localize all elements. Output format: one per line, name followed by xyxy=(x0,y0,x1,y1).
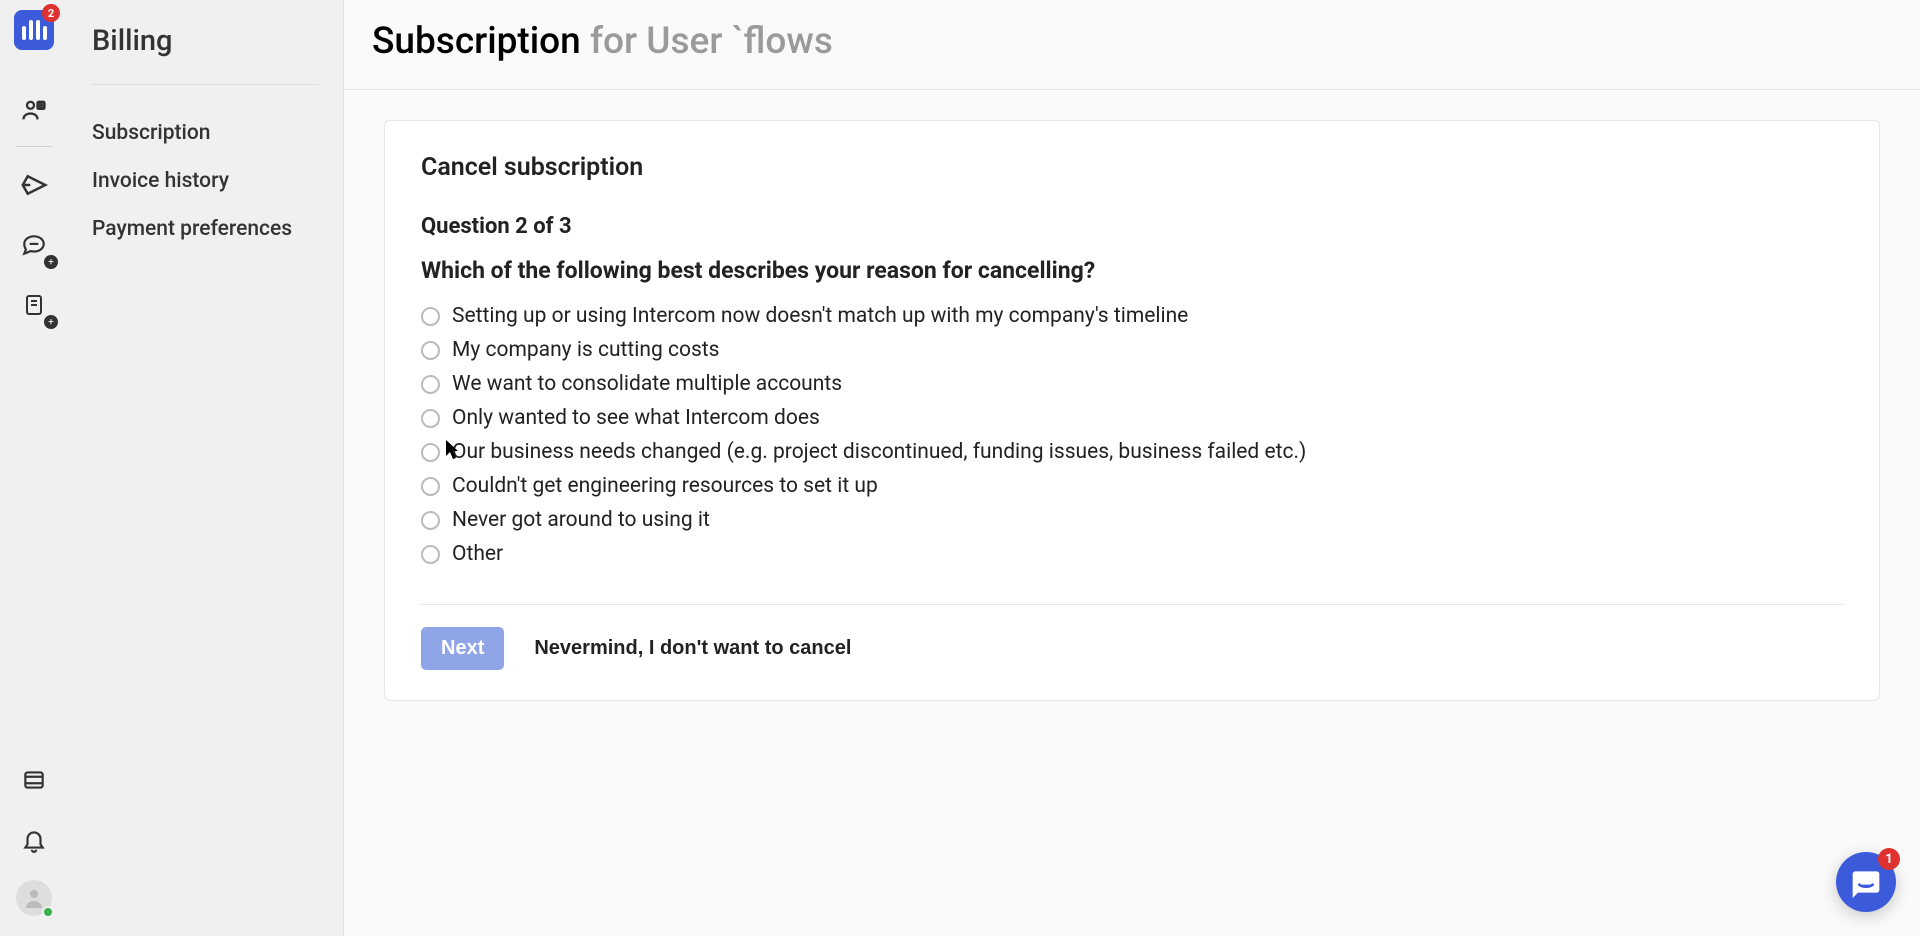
radio-icon xyxy=(421,443,440,462)
intercom-logo-icon xyxy=(22,20,47,40)
radio-icon xyxy=(421,375,440,394)
icon-rail: 2 + + xyxy=(0,0,68,936)
reason-option-cutting-costs[interactable]: My company is cutting costs xyxy=(421,338,1843,362)
radio-icon xyxy=(421,545,440,564)
sidebar-item-invoice-history[interactable]: Invoice history xyxy=(68,157,343,205)
page-header: Subscription for User `flows xyxy=(344,0,1920,90)
library-icon[interactable] xyxy=(14,760,54,800)
radio-icon xyxy=(421,341,440,360)
main-content: Subscription for User `flows Cancel subs… xyxy=(344,0,1920,936)
reason-option-timeline[interactable]: Setting up or using Intercom now doesn't… xyxy=(421,304,1843,328)
sidebar-title: Billing xyxy=(68,24,343,58)
radio-icon xyxy=(421,307,440,326)
cancel-reason-options: Setting up or using Intercom now doesn't… xyxy=(421,304,1843,566)
contacts-icon[interactable] xyxy=(14,90,54,130)
radio-label: We want to consolidate multiple accounts xyxy=(452,372,842,396)
radio-label: Couldn't get engineering resources to se… xyxy=(452,474,878,498)
document-add-icon[interactable]: + xyxy=(14,285,54,325)
chat-notification-badge: 1 xyxy=(1878,848,1900,870)
chat-bubble-icon xyxy=(1850,866,1882,898)
logo-notification-badge: 2 xyxy=(42,4,60,22)
chat-widget-button[interactable]: 1 xyxy=(1836,852,1896,912)
notifications-icon[interactable] xyxy=(14,820,54,860)
radio-icon xyxy=(421,409,440,428)
reason-option-just-looking[interactable]: Only wanted to see what Intercom does xyxy=(421,406,1843,430)
radio-icon xyxy=(421,477,440,496)
page-title-bold: Subscription xyxy=(372,20,581,63)
plus-badge-icon: + xyxy=(44,315,58,329)
plus-badge-icon: + xyxy=(44,255,58,269)
sidebar-item-payment-preferences[interactable]: Payment preferences xyxy=(68,205,343,253)
radio-icon xyxy=(421,511,440,530)
radio-label: Our business needs changed (e.g. project… xyxy=(452,440,1306,464)
radio-label: My company is cutting costs xyxy=(452,338,720,362)
page-title: Subscription for User `flows xyxy=(372,20,1892,63)
nevermind-button[interactable]: Nevermind, I don't want to cancel xyxy=(534,637,851,660)
card-actions: Next Nevermind, I don't want to cancel xyxy=(421,627,1843,670)
radio-label: Only wanted to see what Intercom does xyxy=(452,406,820,430)
radio-label: Other xyxy=(452,542,503,566)
sidebar: Billing Subscription Invoice history Pay… xyxy=(68,0,344,936)
radio-label: Never got around to using it xyxy=(452,508,710,532)
reason-option-consolidate[interactable]: We want to consolidate multiple accounts xyxy=(421,372,1843,396)
question-step-label: Question 2 of 3 xyxy=(421,214,1843,239)
divider xyxy=(421,604,1843,605)
reason-option-business-changed[interactable]: Our business needs changed (e.g. project… xyxy=(421,440,1843,464)
card-title: Cancel subscription xyxy=(421,153,1843,182)
chat-add-icon[interactable]: + xyxy=(14,225,54,265)
sidebar-item-subscription[interactable]: Subscription xyxy=(68,109,343,157)
app-logo[interactable]: 2 xyxy=(14,10,54,50)
reason-option-other[interactable]: Other xyxy=(421,542,1843,566)
question-text: Which of the following best describes yo… xyxy=(421,257,1843,284)
radio-label: Setting up or using Intercom now doesn't… xyxy=(452,304,1188,328)
reason-option-no-engineering[interactable]: Couldn't get engineering resources to se… xyxy=(421,474,1843,498)
cancel-subscription-card: Cancel subscription Question 2 of 3 Whic… xyxy=(384,120,1880,701)
page-title-context: for User `flows xyxy=(581,20,833,63)
next-button[interactable]: Next xyxy=(421,627,504,670)
send-icon[interactable] xyxy=(14,165,54,205)
reason-option-never-used[interactable]: Never got around to using it xyxy=(421,508,1843,532)
online-status-indicator xyxy=(42,906,54,918)
user-avatar[interactable] xyxy=(16,880,52,916)
